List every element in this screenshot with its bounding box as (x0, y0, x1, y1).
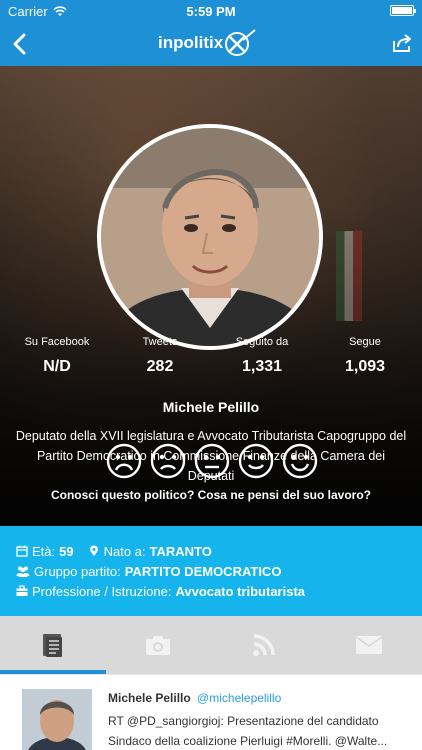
profession-label: Professione / Istruzione: (32, 583, 172, 599)
back-arrow-icon[interactable] (6, 30, 34, 58)
profession-value: Avvocato tributarista (175, 583, 306, 599)
stat-following: Segue 1,093 (310, 336, 420, 376)
info-row-age: Età: 59 Nato a: TARANTO (16, 542, 212, 560)
party-label: Gruppo partito: (34, 563, 121, 579)
briefcase-icon (16, 585, 28, 596)
calendar-icon (16, 545, 28, 557)
tab-news[interactable] (0, 616, 106, 674)
age-value: 59 (59, 543, 74, 559)
sad-face-icon[interactable] (150, 443, 186, 479)
info-row-profession: Professione / Istruzione: Avvocato tribu… (16, 582, 305, 600)
stat-label: Seguito da (235, 336, 289, 348)
stat-label: Segue (349, 336, 381, 348)
group-icon (16, 566, 30, 577)
age-label: Età: (32, 543, 56, 559)
tweet-avatar (22, 689, 92, 750)
birthplace-label: Nato a: (103, 543, 146, 559)
stat-value: 1,093 (344, 358, 386, 375)
very-sad-face-icon[interactable] (106, 443, 142, 479)
location-pin-icon (89, 545, 98, 556)
stat-facebook: Su Facebook N/D (2, 336, 112, 376)
tweet-handle-link[interactable]: @michelepelillo (197, 691, 281, 705)
tab-feed[interactable] (211, 616, 317, 674)
status-bar: Carrier 5:59 PM (0, 0, 422, 22)
logo-ballot-x-icon (225, 29, 256, 56)
stat-value: 282 (146, 358, 174, 375)
politician-photo (101, 128, 319, 346)
tweet-list: Michele Pelillo @michelepelillo RT @PD_s… (0, 674, 422, 750)
rss-icon (252, 634, 275, 656)
battery-icon (390, 5, 416, 16)
stat-label: Tweets (142, 336, 178, 348)
camera-icon (146, 636, 171, 655)
politician-avatar (97, 124, 323, 350)
tab-photos[interactable] (106, 616, 212, 674)
tweet-line: RT @PD_sangiorgioj: Presentazione del ca… (108, 714, 379, 728)
tweet-text[interactable]: RT @PD_sangiorgioj: Presentazione del ca… (108, 711, 408, 750)
birthplace-value: TARANTO (149, 543, 212, 559)
neutral-face-icon[interactable] (194, 443, 230, 479)
tweet-author: Michele Pelillo (108, 691, 191, 705)
party-value: PARTITO DEMOCRATICO (124, 563, 282, 579)
logo-text: inpolitix (158, 33, 224, 52)
politician-name: Michele Pelillo (162, 399, 260, 415)
mail-icon (355, 636, 383, 654)
stat-label: Su Facebook (24, 336, 90, 348)
stat-followers: Seguito da 1,331 (207, 336, 317, 376)
tweet-header: Michele Pelillo @michelepelillo (108, 691, 281, 705)
app-logo: inpolitix (158, 28, 257, 58)
share-icon[interactable] (390, 31, 414, 55)
navigation-bar: inpolitix (0, 22, 422, 66)
info-panel: Età: 59 Nato a: TARANTO Gruppo partito: … (0, 526, 422, 616)
tab-contact[interactable] (317, 616, 422, 674)
rating-question: Conosci questo politico? Cosa ne pensi d… (50, 488, 372, 502)
info-row-party: Gruppo partito: PARTITO DEMOCRATICO (16, 562, 281, 580)
rating-faces (106, 443, 318, 481)
stat-tweets: Tweets 282 (105, 336, 215, 376)
news-icon (42, 634, 62, 657)
social-stats: Su Facebook N/D Tweets 282 Seguito da 1,… (0, 336, 422, 396)
tweet-line: Sindaco della coalizione Pierluigi #More… (108, 734, 388, 748)
smile-face-icon[interactable] (238, 443, 274, 479)
stat-value: 1,331 (241, 358, 283, 375)
clock: 5:59 PM (186, 4, 236, 19)
content-tabs (0, 616, 422, 674)
very-happy-face-icon[interactable] (282, 443, 318, 479)
stat-value: N/D (43, 358, 71, 375)
